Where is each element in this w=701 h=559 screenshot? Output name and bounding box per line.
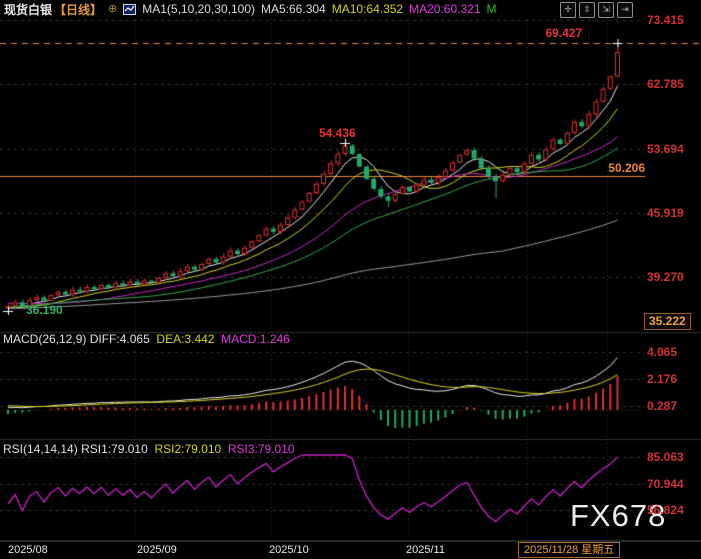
ma-settings-label: MA1(5,10,20,30,100) xyxy=(142,2,255,16)
rsi-axis-label-1: 70.944 xyxy=(647,477,684,491)
ma30-value: M xyxy=(487,2,497,16)
annotation-peak: 54.436 xyxy=(319,126,356,140)
rsi-title: RSI(14,14,14) xyxy=(3,442,78,456)
symbol-title: 现货白银 xyxy=(4,1,52,18)
price-axis-label-1: 62.785 xyxy=(647,77,684,91)
rsi-header: RSI(14,14,14) RSI1:79.010 RSI2:79.010 RS… xyxy=(3,442,295,456)
macd-title: MACD(26,12,9) xyxy=(3,332,86,346)
annotation-high: 69.427 xyxy=(545,26,582,40)
annotation-support-line: 50.206 xyxy=(608,161,645,175)
chart-type-icon[interactable] xyxy=(123,4,136,15)
rsi3-value: RSI3:79.010 xyxy=(228,442,295,456)
price-axis-label-2: 53.694 xyxy=(647,142,684,156)
chart-app: 现货白银【日线】 ⊕ MA1(5,10,20,30,100) MA5:66.30… xyxy=(0,0,701,559)
chart-toolbar: ✛ ⇳ ⇲ ⇥ xyxy=(560,2,633,18)
crosshair-move-icon[interactable]: ✛ xyxy=(560,2,576,18)
rsi2-value: RSI2:79.010 xyxy=(154,442,221,456)
current-date-box: 2025/11/28 星期五 xyxy=(518,542,620,558)
ma10-value: MA10:64.352 xyxy=(332,2,403,16)
date-label-oct: 2025/10 xyxy=(269,544,309,556)
time-axis: 2025/08 2025/09 2025/10 2025/11 2025/11/… xyxy=(0,541,701,559)
macd-axis-label-1: 2.176 xyxy=(647,372,677,386)
add-indicator-icon[interactable]: ⊕ xyxy=(108,4,117,15)
ma20-value: MA20:60.321 xyxy=(409,2,480,16)
rsi1-value: RSI1:79.010 xyxy=(81,442,148,456)
date-label-nov: 2025/11 xyxy=(406,544,445,556)
scale-y-axis-icon[interactable]: ⇳ xyxy=(579,2,595,18)
macd-diff-value: DIFF:4.065 xyxy=(90,332,150,346)
macd-axis-label-0: 4.065 xyxy=(647,345,677,359)
macd-dea-value: DEA:3.442 xyxy=(156,332,214,346)
exit-chart-icon[interactable]: ⇥ xyxy=(617,2,633,18)
chart-canvas[interactable] xyxy=(0,0,701,559)
ma5-value: MA5:66.304 xyxy=(261,2,326,16)
date-label-sep: 2025/09 xyxy=(137,544,177,556)
price-axis-label-4: 39.270 xyxy=(647,270,684,284)
macd-header: MACD(26,12,9) DIFF:4.065 DEA:3.442 MACD:… xyxy=(3,332,290,346)
price-axis-bottom-box: 35.222 xyxy=(644,313,691,330)
rsi-axis-label-2: 56.824 xyxy=(647,503,684,517)
date-label-aug: 2025/08 xyxy=(8,544,48,556)
macd-axis-label-2: 0.287 xyxy=(647,399,677,413)
price-axis-label-3: 45.919 xyxy=(647,206,684,220)
scale-x-axis-icon[interactable]: ⇲ xyxy=(598,2,614,18)
annotation-low: 36.190 xyxy=(26,303,63,317)
rsi-axis-label-0: 85.063 xyxy=(647,450,684,464)
macd-macd-value: MACD:1.246 xyxy=(221,332,290,346)
period-label: 【日线】 xyxy=(54,1,102,18)
